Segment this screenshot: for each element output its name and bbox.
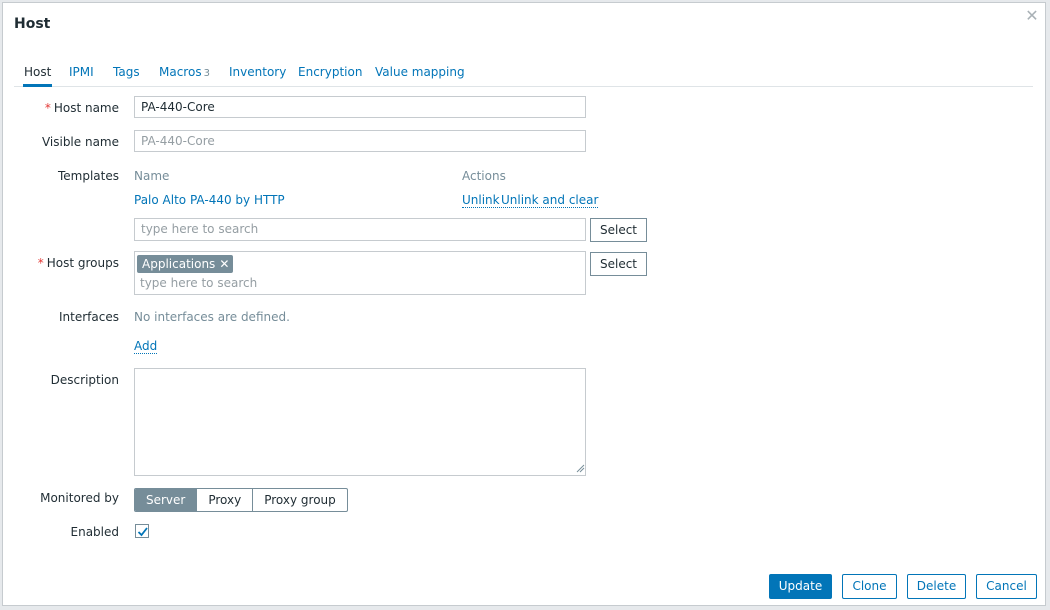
interfaces-label: Interfaces bbox=[59, 310, 119, 324]
resize-handle-icon[interactable] bbox=[576, 464, 585, 473]
monitored-by-proxy[interactable]: Proxy bbox=[196, 489, 252, 511]
tab-host[interactable]: Host bbox=[22, 61, 53, 87]
host-group-chip: Applications ✕ bbox=[137, 255, 234, 273]
tab-inventory[interactable]: Inventory bbox=[229, 61, 286, 85]
dialog-title: Host bbox=[14, 16, 51, 32]
template-link[interactable]: Palo Alto PA-440 by HTTP bbox=[134, 193, 285, 207]
visible-name-input[interactable]: PA-440-Core bbox=[134, 130, 586, 152]
host-dialog: Host ✕ Host IPMI Tags Macros 3 Inventory … bbox=[2, 2, 1046, 606]
templates-label: Templates bbox=[57, 169, 119, 183]
cancel-button[interactable]: Cancel bbox=[976, 574, 1037, 599]
templates-actions-header: Actions bbox=[462, 169, 506, 183]
host-groups-label: * Host groups bbox=[38, 256, 119, 270]
description-label: Description bbox=[50, 373, 119, 387]
macros-count-badge: 3 bbox=[203, 68, 210, 79]
templates-name-header: Name bbox=[134, 169, 170, 183]
close-icon[interactable]: ✕ bbox=[1025, 8, 1039, 24]
unlink-button[interactable]: Unlink bbox=[462, 193, 500, 208]
monitored-by-proxy-group[interactable]: Proxy group bbox=[252, 489, 347, 511]
tab-macros[interactable]: Macros 3 bbox=[159, 61, 210, 85]
host-groups-search-placeholder[interactable]: type here to search bbox=[140, 276, 257, 290]
tab-label: Encryption bbox=[298, 65, 363, 79]
required-marker: * bbox=[37, 256, 44, 270]
tab-ipmi[interactable]: IPMI bbox=[69, 61, 94, 85]
tab-label: Inventory bbox=[229, 65, 287, 79]
update-button[interactable]: Update bbox=[769, 574, 832, 599]
tab-label: Value mapping bbox=[375, 65, 465, 79]
clone-button[interactable]: Clone bbox=[842, 574, 897, 599]
enabled-label: Enabled bbox=[70, 525, 120, 539]
interfaces-empty-text: No interfaces are defined. bbox=[134, 310, 290, 324]
check-icon bbox=[137, 527, 148, 537]
host-name-input[interactable]: PA-440-Core bbox=[134, 96, 586, 118]
host-name-label-text: Host name bbox=[53, 101, 119, 115]
monitored-by-segmented: Server Proxy Proxy group bbox=[134, 488, 348, 512]
add-interface-link[interactable]: Add bbox=[134, 339, 158, 354]
host-name-label: * Host name bbox=[45, 101, 119, 115]
monitored-by-label: Monitored by bbox=[40, 491, 119, 505]
remove-chip-icon[interactable]: ✕ bbox=[219, 257, 229, 271]
host-groups-label-text: Host groups bbox=[46, 256, 119, 270]
enabled-checkbox[interactable] bbox=[135, 524, 149, 538]
unlink-and-clear-button[interactable]: Unlink and clear bbox=[501, 193, 599, 208]
chip-label: Applications bbox=[142, 257, 216, 271]
tab-bar: Host IPMI Tags Macros 3 Inventory Encrypt… bbox=[14, 61, 1033, 87]
visible-name-label: Visible name bbox=[41, 135, 119, 149]
host-groups-select-button[interactable]: Select bbox=[590, 252, 647, 276]
required-marker: * bbox=[44, 101, 51, 115]
tab-label: Host bbox=[24, 65, 52, 79]
templates-select-button[interactable]: Select bbox=[590, 218, 647, 242]
tab-label: Macros bbox=[159, 65, 202, 79]
tab-label: IPMI bbox=[69, 65, 94, 79]
tab-encryption[interactable]: Encryption bbox=[298, 61, 362, 85]
delete-button[interactable]: Delete bbox=[907, 574, 966, 599]
tab-tags[interactable]: Tags bbox=[113, 61, 140, 85]
monitored-by-server[interactable]: Server bbox=[135, 489, 197, 511]
templates-search-input[interactable]: type here to search bbox=[134, 218, 586, 241]
description-textarea[interactable] bbox=[134, 368, 586, 476]
tab-value-mapping[interactable]: Value mapping bbox=[375, 61, 465, 85]
tab-label: Tags bbox=[113, 65, 140, 79]
